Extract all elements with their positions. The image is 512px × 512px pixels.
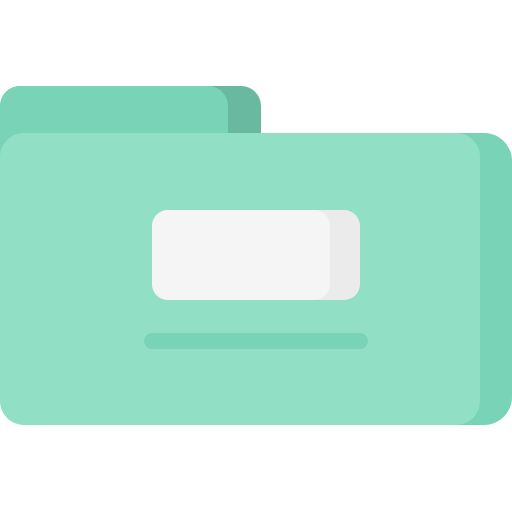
folder-label-line <box>144 333 368 349</box>
folder-label <box>152 210 330 300</box>
folder-icon <box>0 86 512 425</box>
folder-icon-canvas <box>0 0 512 512</box>
